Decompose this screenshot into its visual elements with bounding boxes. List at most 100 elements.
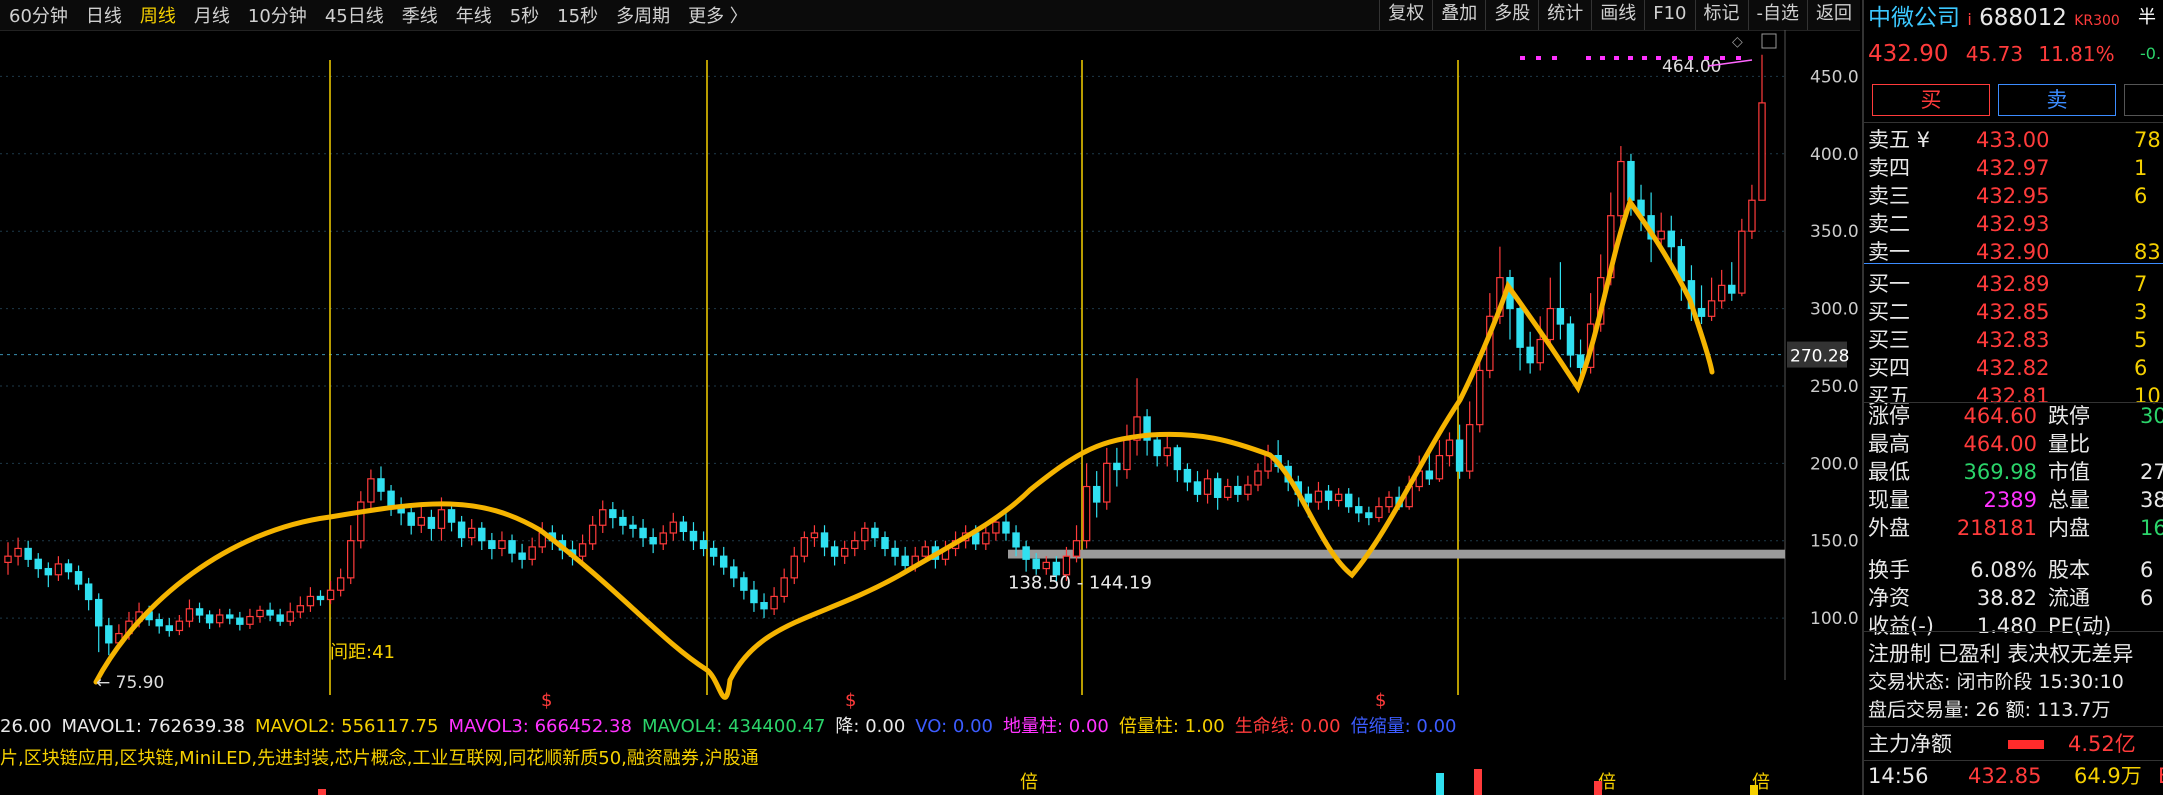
- bid-row-8[interactable]: 买四 432.82 6: [1864, 354, 2163, 382]
- double-volume-marker: 倍: [1020, 772, 1038, 793]
- action-button-8[interactable]: 返回: [1807, 0, 1860, 30]
- price-row: 432.90 45.73 11.81% -0.: [1868, 40, 2161, 68]
- stock-name[interactable]: 中微公司: [1868, 5, 1960, 31]
- candle-body: [4, 555, 12, 563]
- candle-body: [1072, 540, 1081, 557]
- candle-body: [296, 605, 305, 613]
- stat-value-2: 16: [2140, 516, 2163, 540]
- book-label: 买三: [1868, 328, 1910, 352]
- regulation-info: 注册制 已盈利 表决权无差异: [1868, 642, 2134, 666]
- y-tick-label: 250.0: [1810, 377, 1859, 397]
- candle-body: [1052, 561, 1061, 576]
- ask-row-2[interactable]: 卖三 432.95 6: [1864, 182, 2163, 210]
- period-tab-0[interactable]: 60分钟: [0, 2, 77, 28]
- candle-body: [891, 547, 899, 557]
- stat-key-2: 市值: [2048, 460, 2090, 484]
- buy-button[interactable]: 买: [1872, 84, 1990, 116]
- candle-body: [1082, 485, 1091, 542]
- candle-body: [1657, 230, 1665, 240]
- candlestick-chart[interactable]: 100.0 150.0 200.0 250.0 300.0 350.0 400.0 450.0…: [0, 30, 1860, 710]
- sell-button[interactable]: 卖: [1998, 84, 2116, 116]
- candle-body: [719, 555, 728, 568]
- stat-key: 最高: [1868, 432, 1910, 456]
- period-tab-7[interactable]: 年线: [447, 2, 501, 28]
- period-tab-6[interactable]: 季线: [393, 2, 447, 28]
- stat-key-2: 总量: [2048, 488, 2090, 512]
- candle-body: [578, 543, 587, 557]
- candle-body: [1748, 199, 1756, 232]
- candle-body: [810, 532, 819, 539]
- signal-dot: [1628, 56, 1633, 60]
- y-tick-label: 200.0: [1810, 454, 1859, 474]
- bid-row-6[interactable]: 买二 432.85 3: [1864, 298, 2163, 326]
- period-tab-10[interactable]: 多周期: [607, 2, 679, 28]
- stat-key-2: PE(动): [2048, 614, 2112, 638]
- candle-body: [730, 566, 738, 579]
- action-button-3[interactable]: 统计: [1538, 0, 1591, 30]
- period-tabs: 60分钟 日线 周线 月线 10分钟 45日线 季线 年线 5秒 15秒 多周期 更多 〉: [0, 2, 757, 28]
- period-tab-1[interactable]: 日线: [77, 2, 131, 28]
- volume-bar: [318, 789, 326, 795]
- low-price-label: ← 75.90: [96, 673, 164, 693]
- candle-body: [1526, 346, 1534, 364]
- action-button-1[interactable]: 叠加: [1432, 0, 1485, 30]
- candle-body: [24, 547, 32, 560]
- candle-body: [1758, 102, 1766, 201]
- info-icon[interactable]: i: [1967, 10, 1971, 29]
- period-tab-9[interactable]: 15秒: [548, 2, 607, 28]
- candle-body: [1546, 307, 1555, 341]
- candle-body: [357, 501, 365, 542]
- ask-row-4[interactable]: 卖一 432.90 83: [1864, 238, 2163, 266]
- candle-body: [1324, 490, 1333, 502]
- candle-body: [336, 577, 345, 591]
- book-label: 买二: [1868, 300, 1910, 324]
- candle-body: [881, 537, 889, 550]
- candle-body: [447, 509, 456, 523]
- ref-value-label: 270.28: [1790, 347, 1849, 367]
- ask-row-3[interactable]: 卖二 432.93: [1864, 210, 2163, 238]
- book-label: 卖五 ¥: [1868, 128, 1931, 152]
- index-tag: KR300: [2074, 13, 2120, 29]
- ask-row-1[interactable]: 卖四 432.97 1: [1864, 154, 2163, 182]
- candle-body: [689, 530, 698, 542]
- action-button-2[interactable]: 多股: [1485, 0, 1538, 30]
- quote-panel: 中微公司 i 688012 KR300 半 432.90 45.73 11.81…: [1862, 0, 2163, 795]
- candle-body: [820, 532, 829, 548]
- action-button-5[interactable]: F10: [1644, 0, 1694, 30]
- candle-body: [1476, 369, 1484, 426]
- ask-row-0[interactable]: 卖五 ¥ 433.00 78: [1864, 126, 2163, 154]
- stat-key-2: 跌停: [2048, 404, 2090, 428]
- mavol-item-6: VO: 0.00: [915, 716, 993, 737]
- candle-body: [347, 540, 355, 579]
- action-button-7[interactable]: -自选: [1747, 0, 1808, 30]
- period-tab-8[interactable]: 5秒: [501, 2, 548, 28]
- book-label: 卖三: [1868, 184, 1910, 208]
- period-tab-5[interactable]: 45日线: [316, 2, 393, 28]
- action-button-6[interactable]: 标记: [1694, 0, 1748, 30]
- candle-body: [649, 537, 657, 545]
- candle-body: [226, 614, 234, 619]
- dollar-mark: $: [845, 690, 856, 710]
- support-zone-label: 138.50 - 144.19: [1008, 573, 1152, 594]
- period-tab-2[interactable]: 周线: [131, 2, 185, 28]
- price-change: 45.73: [1965, 42, 2024, 66]
- action-button-0[interactable]: 复权: [1379, 0, 1432, 30]
- bid-row-5[interactable]: 买一 432.89 7: [1864, 270, 2163, 298]
- bid-row-7[interactable]: 买三 432.83 5: [1864, 326, 2163, 354]
- cancel-button[interactable]: 撤: [2124, 84, 2163, 116]
- period-tab-11[interactable]: 更多 〉: [679, 2, 757, 28]
- candle-body: [982, 532, 990, 545]
- period-tab-3[interactable]: 月线: [185, 2, 239, 28]
- y-tick-label: 300.0: [1810, 300, 1859, 320]
- book-volume: 6: [2134, 184, 2148, 208]
- stat-value: 6.08%: [1970, 558, 2037, 582]
- candle-body: [165, 625, 174, 632]
- period-tab-4[interactable]: 10分钟: [239, 2, 316, 28]
- half-label: 半: [2138, 7, 2156, 28]
- stat-value: 369.98: [1963, 460, 2037, 484]
- candle-body: [1425, 470, 1434, 480]
- volume-bar: [1436, 773, 1444, 795]
- extra-value: -0.: [2140, 44, 2162, 63]
- action-button-4[interactable]: 画线: [1591, 0, 1644, 30]
- tick-volume: 64.9万: [2074, 764, 2142, 788]
